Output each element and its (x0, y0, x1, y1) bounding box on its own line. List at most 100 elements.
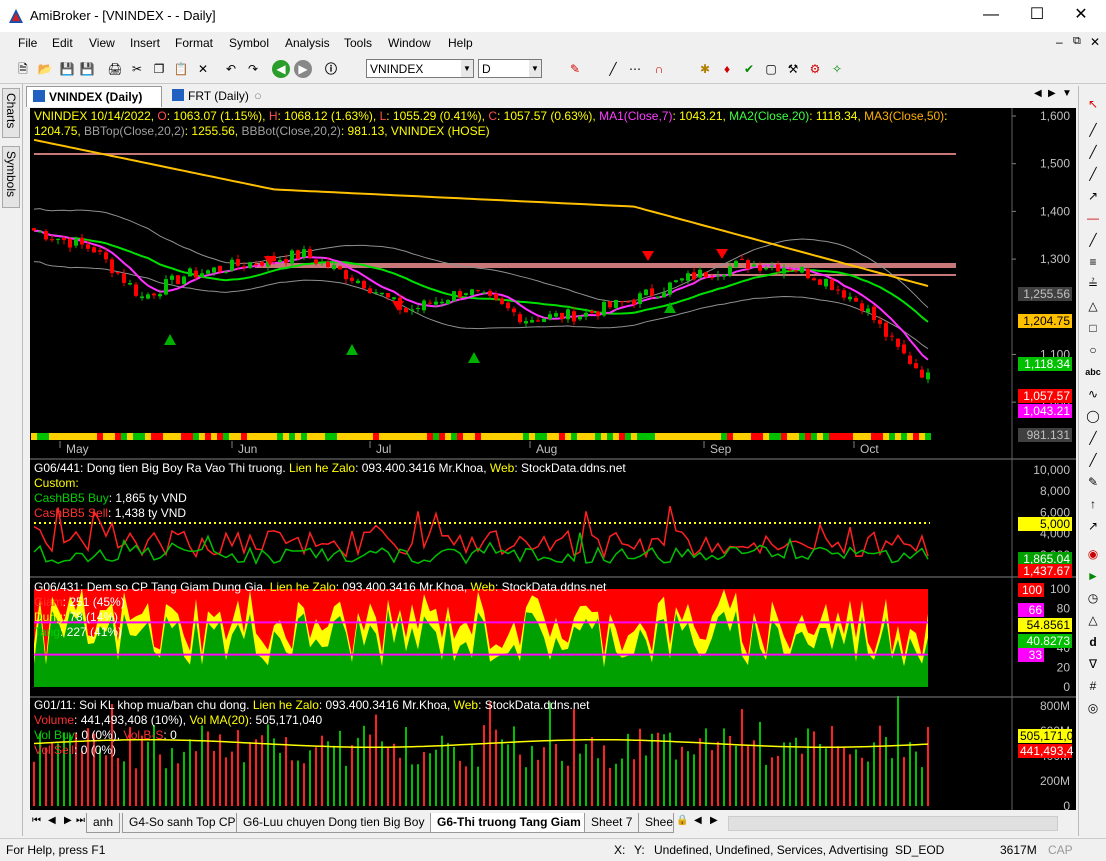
minimize-button[interactable]: — (968, 0, 1014, 32)
maximize-button[interactable]: ☐ (1014, 0, 1060, 32)
paste-icon[interactable]: 📋 (172, 60, 190, 78)
sheet-tab-5[interactable]: Sheet 7 (584, 813, 640, 833)
sheet-tab-2[interactable]: G4-So sanh Top CP (122, 813, 243, 833)
freehand-icon[interactable]: ✎ (1083, 472, 1103, 492)
zigzag-icon[interactable]: ∿ (1083, 384, 1103, 404)
tab-vnindex-daily[interactable]: VNINDEX (Daily) (26, 86, 162, 107)
triangle-icon[interactable]: △ (1083, 296, 1103, 316)
cycle-icon[interactable]: ◯ (1083, 406, 1103, 426)
scroll-left-icon[interactable]: ◀ (1034, 88, 1042, 99)
save-icon[interactable]: 💾 (58, 60, 76, 78)
save-all-icon[interactable]: 💾 (78, 60, 96, 78)
first-sheet-icon[interactable]: ⏮ (32, 815, 41, 826)
menu-insert[interactable]: Insert (130, 36, 160, 50)
menu-symbol[interactable]: Symbol (229, 36, 269, 50)
trendline-icon[interactable]: ╱ (1083, 120, 1103, 140)
prev-sheet-icon[interactable]: ◀ (48, 815, 56, 826)
fibonacci-icon[interactable]: ≡ (1083, 252, 1103, 272)
sheet-tab-active[interactable]: G6-Thi truong Tang Giam (430, 813, 588, 833)
sheet-tab-1[interactable]: anh (86, 813, 121, 833)
magnet-icon[interactable]: ∩ (650, 60, 668, 78)
close-button[interactable]: ✕ (1058, 0, 1104, 32)
tab-list-icon[interactable]: ▼ (1062, 88, 1072, 99)
copy-icon[interactable]: ❐ (150, 60, 168, 78)
back-icon[interactable]: ◀ (272, 60, 290, 78)
draw-line-icon[interactable]: ╱ (604, 60, 622, 78)
wand-icon[interactable]: ✧ (828, 60, 846, 78)
circle-icon[interactable]: ○ (1083, 340, 1103, 360)
pitchfork-icon[interactable]: ≟ (1083, 274, 1103, 294)
next-sheet-icon[interactable]: ▶ (64, 815, 72, 826)
sheet-tab-3[interactable]: G6-Luu chuyen Dong tien Big Boy (236, 813, 432, 833)
triangle-tool-icon[interactable]: △ (1083, 610, 1103, 630)
open-icon[interactable]: 📂 (36, 60, 54, 78)
arrow-line-icon[interactable]: ↗ (1083, 186, 1103, 206)
select-arrow-icon[interactable]: ↖ (1083, 94, 1103, 114)
delete-icon[interactable]: ✕ (194, 60, 212, 78)
lock-icon[interactable]: 🔒 (676, 815, 688, 826)
dotted-line-icon[interactable]: ⋯ (626, 60, 644, 78)
mdi-restore-icon[interactable]: ⧉ (1073, 35, 1081, 48)
text-tool-icon[interactable]: abc (1083, 362, 1103, 382)
new-icon[interactable]: 🗎 (14, 60, 32, 78)
breadth-pane[interactable] (30, 578, 1076, 696)
undo-icon[interactable]: ↶ (222, 60, 240, 78)
menu-tools[interactable]: Tools (344, 36, 372, 50)
horizontal-line-icon[interactable]: — (1083, 208, 1103, 228)
indicator-1-icon[interactable]: ✱ (696, 60, 714, 78)
gann-icon[interactable]: ╱ (1083, 450, 1103, 470)
cut-icon[interactable]: ✂ (128, 60, 146, 78)
clock-icon[interactable]: ◷ (1083, 588, 1103, 608)
tab-charts[interactable]: Charts (2, 88, 20, 138)
chart-area[interactable]: May Jun Jul Aug Sep Oct 1,600 1,500 1,400 1,300 1… (30, 108, 1076, 810)
tab-symbols[interactable]: Symbols (2, 146, 20, 208)
pointer-icon[interactable]: ↗ (1083, 516, 1103, 536)
price-pane[interactable]: May Jun Jul Aug Sep Oct (30, 108, 1076, 458)
menu-help[interactable]: Help (448, 36, 473, 50)
menu-edit[interactable]: Edit (52, 36, 73, 50)
menu-window[interactable]: Window (388, 36, 431, 50)
redo-icon[interactable]: ↷ (244, 60, 262, 78)
rectangle-icon[interactable]: □ (1083, 318, 1103, 338)
play-icon[interactable]: ► (1083, 566, 1103, 586)
hammer-icon[interactable]: ⚒ (784, 60, 802, 78)
interval-combo[interactable]: D ▼ (478, 59, 542, 78)
mdi-close-icon[interactable]: ✕ (1090, 35, 1100, 49)
menu-view[interactable]: View (89, 36, 115, 50)
chart-canvas[interactable]: May Jun Jul Aug Sep Oct 1,600 1,500 1,400 1,300 1… (30, 108, 1076, 810)
ray-icon[interactable]: ╱ (1083, 142, 1103, 162)
candle-body (842, 290, 846, 298)
zoom-icon[interactable]: ◉ (1083, 544, 1103, 564)
new-tab-icon[interactable]: ○ (254, 88, 262, 103)
indicator-2-icon[interactable]: ♦ (718, 60, 736, 78)
info-icon[interactable]: ⓘ (322, 60, 340, 78)
arrow-up-icon[interactable]: ↑ (1083, 494, 1103, 514)
scroll-right-icon[interactable]: ▶ (1048, 88, 1056, 99)
indicator-4-icon[interactable]: ▢ (762, 60, 780, 78)
horizontal-scrollbar[interactable] (728, 816, 1058, 831)
tab-frt-daily[interactable]: FRT (Daily) (166, 86, 266, 107)
regression-icon[interactable]: ╱ (1083, 428, 1103, 448)
candle-body (476, 290, 480, 292)
line-icon[interactable]: ╱ (1083, 164, 1103, 184)
sheet-right-icon[interactable]: ▶ (710, 815, 718, 826)
symbol-combo[interactable]: VNINDEX ▼ (366, 59, 474, 78)
print-icon[interactable]: 🖨 (106, 60, 124, 78)
sheet-tab-6[interactable]: Sheet (638, 813, 674, 833)
delta-icon[interactable]: ∇ (1083, 654, 1103, 674)
color-picker-icon[interactable]: ✎ (566, 60, 584, 78)
forward-icon[interactable]: ▶ (294, 60, 312, 78)
pin-icon[interactable]: ◎ (1083, 698, 1103, 718)
menu-file[interactable]: File (18, 36, 37, 50)
lowercase-d-icon[interactable]: d (1083, 632, 1103, 652)
hash-icon[interactable]: # (1083, 676, 1103, 696)
cashflow-pane[interactable] (30, 460, 1076, 576)
menu-format[interactable]: Format (175, 36, 213, 50)
tools-icon[interactable]: ⚙ (806, 60, 824, 78)
last-sheet-icon[interactable]: ⏭ (76, 815, 85, 826)
menu-analysis[interactable]: Analysis (285, 36, 330, 50)
sheet-left-icon[interactable]: ◀ (694, 815, 702, 826)
indicator-3-icon[interactable]: ✔ (740, 60, 758, 78)
mdi-minimize-icon[interactable]: – (1056, 35, 1063, 49)
channel-icon[interactable]: ╱ (1083, 230, 1103, 250)
